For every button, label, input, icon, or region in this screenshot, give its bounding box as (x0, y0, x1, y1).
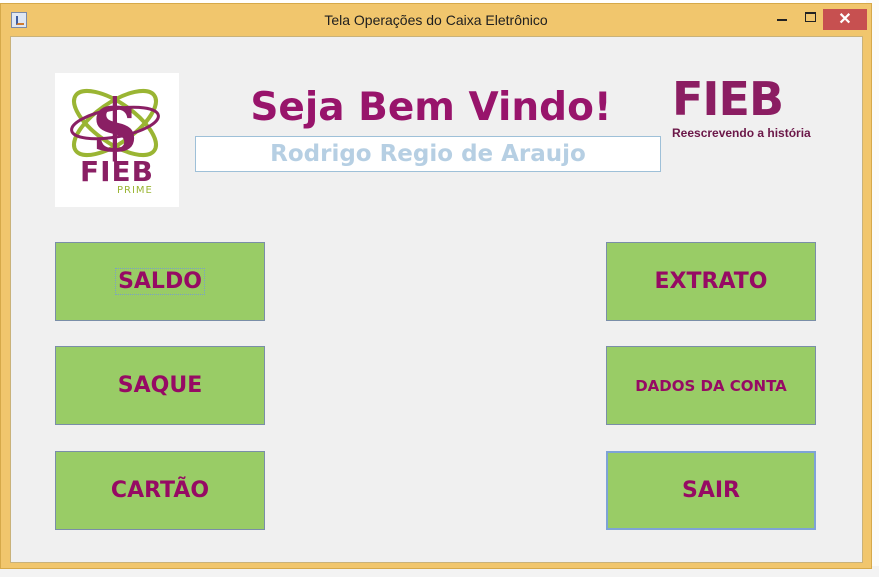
logo-left-subtext: PRIME (117, 185, 153, 196)
logo-right-text: FIEB (672, 72, 784, 126)
logo-right-tagline: Reescrevendo a história (672, 126, 811, 140)
content-panel: $ FIEB PRIME Seja Bem Vindo! Rodrigo Reg… (10, 36, 863, 563)
saldo-button-label: SALDO (115, 268, 205, 295)
saque-button-label: SAQUE (117, 373, 203, 398)
dollar-atom-logo-icon: $ (70, 83, 160, 163)
extrato-button-label: EXTRATO (654, 269, 768, 294)
saldo-button[interactable]: SALDO (55, 242, 265, 321)
close-icon: ✕ (838, 11, 852, 28)
svg-text:$: $ (90, 83, 140, 163)
minimize-icon[interactable] (769, 7, 795, 29)
atm-operations-window: Tela Operações do Caixa Eletrônico ✕ $ F… (0, 3, 872, 569)
dados-conta-button-label: DADOS DA CONTA (635, 376, 787, 395)
maximize-icon[interactable] (797, 7, 823, 29)
close-button[interactable]: ✕ (823, 9, 867, 30)
fieb-logo: FIEB Reescrevendo a história (672, 74, 822, 144)
dados-conta-button[interactable]: DADOS DA CONTA (606, 346, 816, 425)
window-title: Tela Operações do Caixa Eletrônico (324, 12, 548, 28)
user-name-field: Rodrigo Regio de Araujo (195, 136, 661, 172)
sair-button[interactable]: SAIR (606, 451, 816, 530)
fieb-prime-logo: $ FIEB PRIME (55, 73, 179, 207)
sair-button-label: SAIR (682, 478, 740, 503)
extrato-button[interactable]: EXTRATO (606, 242, 816, 321)
cartao-button[interactable]: CARTÃO (55, 451, 265, 530)
cartao-button-label: CARTÃO (110, 478, 210, 503)
logo-left-text: FIEB (79, 155, 154, 188)
welcome-heading: Seja Bem Vindo! (250, 85, 612, 130)
title-bar[interactable]: Tela Operações do Caixa Eletrônico ✕ (1, 4, 871, 36)
saque-button[interactable]: SAQUE (55, 346, 265, 425)
